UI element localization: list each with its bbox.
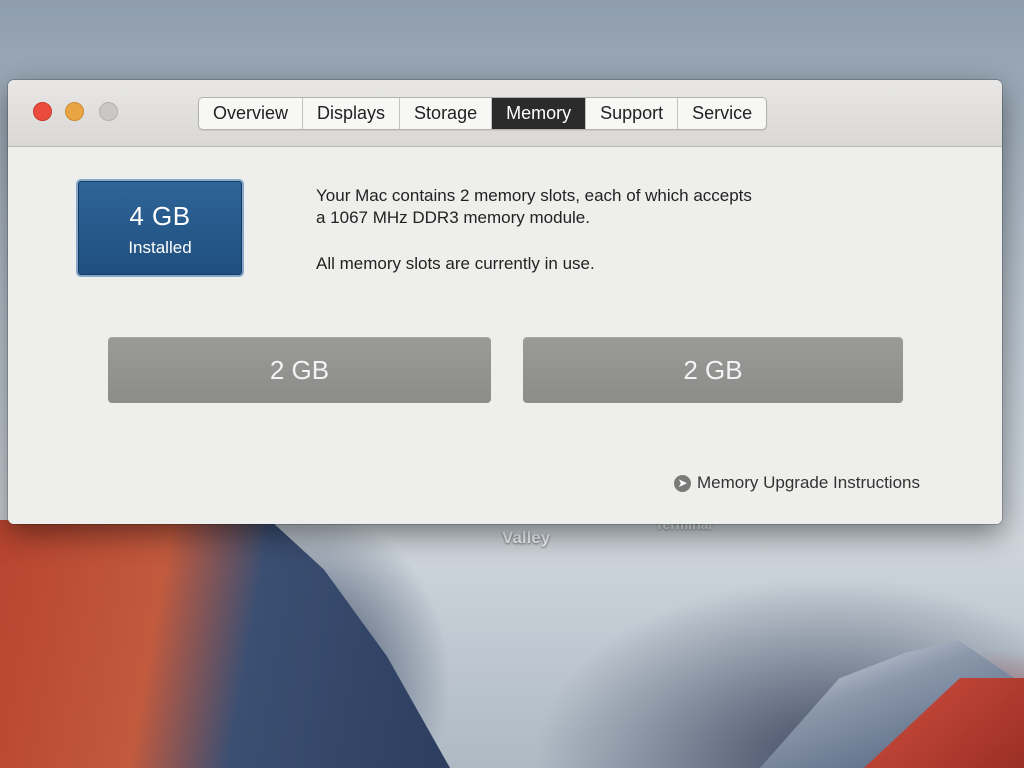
memory-description-line2: a 1067 MHz DDR3 memory module. <box>316 208 590 227</box>
memory-slot-1: 2 GB <box>108 337 491 403</box>
tab-overview[interactable]: Overview <box>199 98 304 129</box>
memory-description-line1: Your Mac contains 2 memory slots, each o… <box>316 186 752 205</box>
installed-memory-size: 4 GB <box>129 201 191 231</box>
close-window-button[interactable] <box>33 102 52 121</box>
window-titlebar[interactable]: Overview Displays Storage Memory Support… <box>8 80 1002 147</box>
installed-memory-badge: 4 GB Installed <box>76 179 244 277</box>
tab-support[interactable]: Support <box>586 98 679 129</box>
installed-memory-label: Installed <box>128 238 192 257</box>
tab-bar: Overview Displays Storage Memory Support… <box>198 97 768 130</box>
tab-service[interactable]: Service <box>678 98 766 129</box>
memory-slot-2: 2 GB <box>523 337 903 403</box>
memory-upgrade-instructions-label: Memory Upgrade Instructions <box>697 473 920 492</box>
about-this-mac-window: Overview Displays Storage Memory Support… <box>8 80 1002 524</box>
tab-displays[interactable]: Displays <box>303 98 401 129</box>
minimize-window-button[interactable] <box>65 102 84 121</box>
tab-storage[interactable]: Storage <box>400 98 493 129</box>
desktop-icon-label-valley[interactable]: Valley <box>502 528 550 548</box>
tab-memory[interactable]: Memory <box>492 98 587 129</box>
arrow-right-circle-icon: ➤ <box>674 474 691 492</box>
memory-panel: 4 GB Installed Your Mac contains 2 memor… <box>8 147 1002 524</box>
memory-upgrade-instructions-link[interactable]: ➤ Memory Upgrade Instructions <box>674 473 920 493</box>
memory-description: Your Mac contains 2 memory slots, each o… <box>316 185 916 275</box>
zoom-window-button[interactable] <box>99 102 118 121</box>
memory-slot-status: All memory slots are currently in use. <box>316 254 595 273</box>
